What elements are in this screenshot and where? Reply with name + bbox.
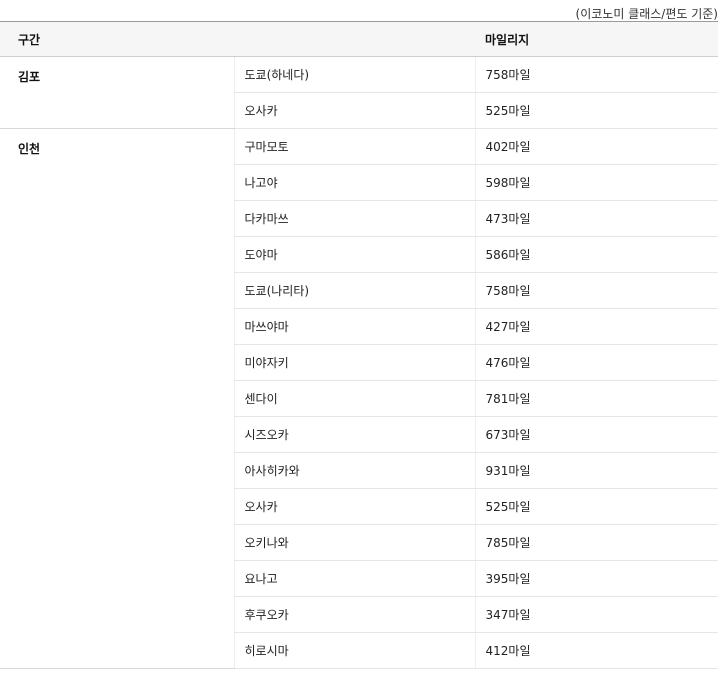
destination-cell: 오사카 — [233, 488, 475, 525]
mileage-cell: 931마일 — [474, 452, 718, 489]
mileage-cell: 427마일 — [474, 308, 718, 345]
mileage-cell: 525마일 — [474, 488, 718, 525]
mileage-cell: 785마일 — [474, 524, 718, 561]
table-body: 김포 도쿄(하네다) 758마일 오사카 525마일 인천 구마모토 402마일 나고야 598마… — [0, 56, 718, 669]
mileage-cell: 758마일 — [474, 272, 718, 309]
mileage-cell: 673마일 — [474, 416, 718, 453]
mileage-cell: 476마일 — [474, 344, 718, 381]
destination-cell: 요나고 — [233, 560, 475, 597]
mileage-table: 구간 마일리지 김포 도쿄(하네다) 758마일 오사카 525마일 인천 구마모토 402마… — [0, 21, 718, 669]
table-header: 구간 마일리지 — [0, 21, 718, 57]
table-note: (이코노미 클래스/편도 기준) — [575, 7, 718, 21]
mileage-cell: 395마일 — [474, 560, 718, 597]
destination-cell: 후쿠오카 — [233, 596, 475, 633]
header-mileage: 마일리지 — [475, 21, 718, 57]
mileage-cell: 402마일 — [474, 128, 718, 165]
destination-cell: 히로시마 — [233, 632, 475, 669]
destination-cell: 미야자키 — [233, 344, 475, 381]
destination-cell: 오사카 — [233, 92, 475, 129]
region-cell: 김포 — [0, 56, 234, 129]
mileage-cell: 525마일 — [474, 92, 718, 129]
mileage-cell: 598마일 — [474, 164, 718, 201]
destination-cell: 오키나와 — [233, 524, 475, 561]
table-row: 김포 도쿄(하네다) 758마일 — [0, 56, 718, 129]
mileage-cell: 586마일 — [474, 236, 718, 273]
header-route: 구간 — [0, 21, 475, 57]
table-row: 인천 구마모토 402마일 — [0, 128, 718, 669]
destination-cell: 도쿄(하네다) — [233, 56, 475, 93]
destination-cell: 아사히카와 — [233, 452, 475, 489]
destination-cell: 도쿄(나리타) — [233, 272, 475, 309]
destination-cell: 나고야 — [233, 164, 475, 201]
destination-cell: 다카마쓰 — [233, 200, 475, 237]
mileage-cell: 412마일 — [474, 632, 718, 669]
destination-cell: 센다이 — [233, 380, 475, 417]
destination-cell: 마쓰야마 — [233, 308, 475, 345]
destination-cell: 도야마 — [233, 236, 475, 273]
mileage-cell: 473마일 — [474, 200, 718, 237]
destination-cell: 구마모토 — [233, 128, 475, 165]
mileage-cell: 758마일 — [474, 56, 718, 93]
mileage-cell: 347마일 — [474, 596, 718, 633]
destination-cell: 시즈오카 — [233, 416, 475, 453]
mileage-cell: 781마일 — [474, 380, 718, 417]
region-cell: 인천 — [0, 128, 234, 669]
